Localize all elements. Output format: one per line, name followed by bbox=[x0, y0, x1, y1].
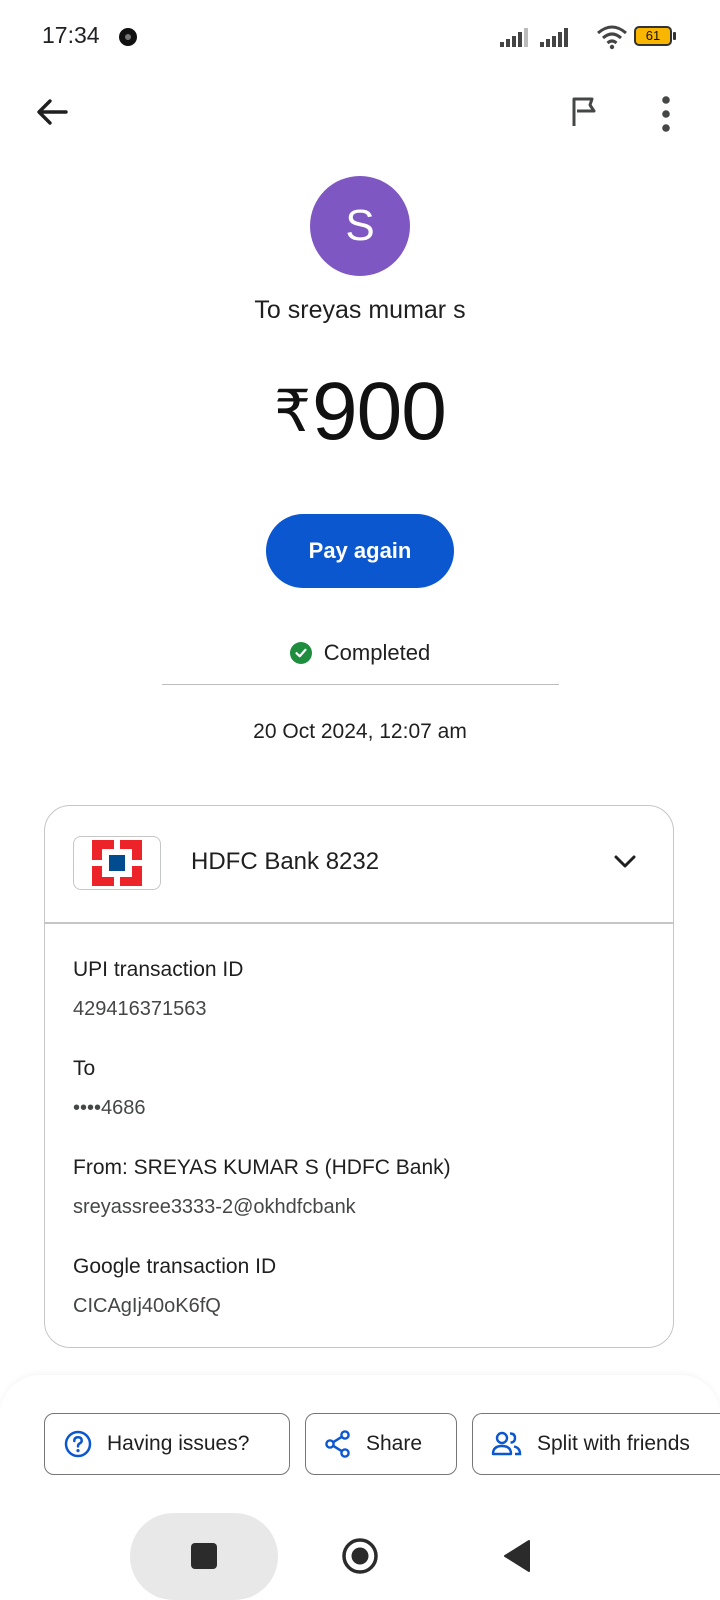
transaction-date: 20 Oct 2024, 12:07 am bbox=[253, 720, 467, 743]
hdfc-bank-logo bbox=[73, 836, 161, 890]
status-label: Completed bbox=[323, 640, 431, 665]
share-button[interactable]: Share bbox=[305, 1413, 457, 1475]
google-transaction-id-value: CICAgIj40oK6fQ bbox=[73, 1295, 221, 1317]
status-time: 17:34 bbox=[42, 22, 100, 48]
payee-name: To sreyas mumar s bbox=[254, 296, 466, 324]
battery-level: 61 bbox=[645, 28, 661, 43]
payment-status: Completed bbox=[0, 640, 720, 666]
help-icon bbox=[64, 1430, 92, 1458]
flag-icon[interactable] bbox=[564, 92, 604, 132]
home-button[interactable] bbox=[341, 1537, 379, 1575]
currency-symbol: ₹ bbox=[274, 379, 311, 444]
people-icon bbox=[491, 1431, 522, 1456]
amount-value: 900 bbox=[312, 366, 447, 457]
pay-again-button[interactable]: Pay again bbox=[266, 514, 454, 588]
share-icon bbox=[325, 1430, 350, 1458]
battery-icon: 61 bbox=[634, 26, 678, 46]
nav-back-button[interactable] bbox=[502, 1538, 532, 1574]
split-with-friends-button[interactable]: Split with friends bbox=[472, 1413, 720, 1475]
google-transaction-id-label: Google transaction ID bbox=[73, 1255, 277, 1278]
share-label: Share bbox=[366, 1432, 423, 1455]
payment-amount: ₹900 bbox=[0, 365, 720, 459]
having-issues-button[interactable]: Having issues? bbox=[44, 1413, 290, 1475]
to-account-value: ••••4686 bbox=[73, 1097, 146, 1119]
from-upi-id-value: sreyassree3333-2@okhdfcbank bbox=[73, 1196, 356, 1218]
card-divider bbox=[45, 922, 673, 924]
avatar: S bbox=[310, 176, 410, 276]
upi-transaction-id-value: 429416371563 bbox=[73, 998, 207, 1020]
split-with-friends-label: Split with friends bbox=[537, 1432, 690, 1455]
check-circle-icon bbox=[289, 642, 312, 664]
wifi-icon bbox=[597, 25, 627, 50]
notification-icon bbox=[119, 28, 137, 46]
arrow-back-icon[interactable] bbox=[30, 90, 74, 134]
more-vert-icon[interactable] bbox=[648, 92, 684, 136]
divider bbox=[162, 684, 559, 685]
to-label: To bbox=[73, 1057, 96, 1080]
upi-transaction-id-label: UPI transaction ID bbox=[73, 958, 244, 981]
having-issues-label: Having issues? bbox=[107, 1432, 250, 1455]
signal-icon bbox=[500, 28, 528, 47]
signal-icon-2 bbox=[540, 28, 568, 47]
bank-account-name: HDFC Bank 8232 bbox=[191, 848, 380, 875]
recents-button[interactable] bbox=[191, 1543, 217, 1569]
chevron-down-icon[interactable] bbox=[610, 846, 640, 876]
from-label: From: SREYAS KUMAR S (HDFC Bank) bbox=[73, 1156, 451, 1179]
